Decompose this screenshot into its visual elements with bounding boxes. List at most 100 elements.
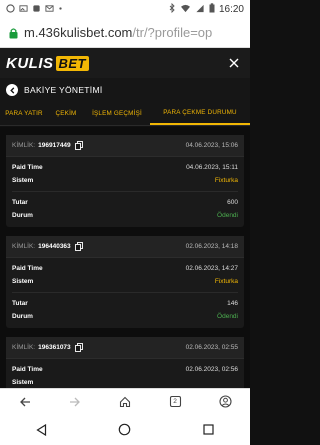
tab-cekim[interactable]: ÇEKİM [48,102,84,125]
paid-time-value: 04.06.2023, 15:11 [186,164,238,171]
transaction-id: 196440363 [38,243,71,250]
card-header: KİMLİK: 196440363 02.06.2023, 14:18 [6,236,244,258]
dot-icon [58,4,63,15]
status-time: 16:20 [218,3,244,15]
paid-time-value: 02.06.2023, 02:56 [185,366,238,373]
card-body: Paid Time 04.06.2023, 15:11 Sistem Fixtu… [6,157,244,227]
durum-label: Durum [12,212,33,219]
browser-url-bar[interactable]: m.436kulisbet.com/tr/?profile=op [0,18,250,48]
card-header: KİMLİK: 196361073 02.06.2023, 02:55 [6,337,244,359]
logo-text-kulis: KULIS [6,54,54,72]
back-button[interactable] [6,84,18,96]
close-button[interactable] [226,55,242,71]
row-tutar: Tutar 600 [6,196,244,209]
url-domain: m.436kulisbet.com [24,25,133,40]
browser-home-button[interactable] [114,391,136,413]
request-date: 04.06.2023, 15:06 [185,142,238,149]
square-recents-icon [203,424,214,435]
notification-icon [32,4,41,15]
transaction-id: 196361073 [38,344,71,351]
section-header: BAKİYE YÖNETİMİ [0,78,250,102]
card-header: KİMLİK: 196917449 04.06.2023, 15:06 [6,135,244,157]
nav-home-button[interactable] [114,419,136,441]
browser-toolbar: 2 [0,388,250,414]
status-bar-system: 16:20 [168,2,244,15]
divider [12,292,238,293]
row-paid-time: Paid Time 02.06.2023, 02:56 [6,363,244,376]
status-badge: Ödendi [217,313,238,320]
row-sistem: Sistem [6,376,244,388]
nav-back-button[interactable] [31,419,53,441]
browser-tabs-button[interactable]: 2 [164,391,186,413]
tutar-value: 600 [227,199,238,206]
arrow-left-icon [20,397,30,406]
browser-back-button[interactable] [14,391,36,413]
durum-label: Durum [12,313,33,320]
status-badge: Ödendi [217,212,238,219]
card-body: Paid Time 02.06.2023, 14:27 Sistem Fixtu… [6,258,244,328]
request-date: 02.06.2023, 02:55 [185,344,238,351]
paid-time-label: Paid Time [12,366,43,373]
tutar-label: Tutar [12,300,28,307]
triangle-back-icon [36,423,47,436]
withdrawal-status-list[interactable]: KİMLİK: 196917449 04.06.2023, 15:06 Paid… [0,127,250,388]
whatsapp-icon [6,3,15,15]
withdrawal-card: KİMLİK: 196361073 02.06.2023, 02:55 Paid… [6,337,244,388]
kimlik-label: KİMLİK: [12,243,36,250]
copy-icon[interactable] [75,242,84,251]
row-durum: Durum Ödendi [6,310,244,323]
status-bar-notifications [6,3,168,15]
site-header: KULIS BET [0,48,250,78]
tab-islem-gecmisi[interactable]: İŞLEM GEÇMİŞİ [84,102,150,125]
battery-icon [209,3,215,15]
sistem-label: Sistem [12,379,34,386]
chevron-left-icon [9,86,14,94]
paid-time-label: Paid Time [12,164,43,171]
withdrawal-card: KİMLİK: 196917449 04.06.2023, 15:06 Paid… [6,135,244,227]
row-tutar: Tutar 146 [6,297,244,310]
withdrawal-card: KİMLİK: 196440363 02.06.2023, 14:18 Paid… [6,236,244,328]
copy-icon[interactable] [75,141,84,150]
url-text[interactable]: m.436kulisbet.com/tr/?profile=op [24,25,244,40]
bluetooth-icon [168,2,176,15]
row-paid-time: Paid Time 04.06.2023, 15:11 [6,161,244,174]
kimlik-label: KİMLİK: [12,142,36,149]
close-icon [229,58,239,68]
section-title: BAKİYE YÖNETİMİ [24,85,103,95]
account-icon [218,395,232,408]
tabs-count: 2 [173,398,177,405]
row-paid-time: Paid Time 02.06.2023, 14:27 [6,262,244,275]
request-date: 02.06.2023, 14:18 [185,243,238,250]
kimlik-label: KİMLİK: [12,344,36,351]
nav-recents-button[interactable] [197,419,219,441]
row-sistem: Sistem Fixturka [6,174,244,187]
card-body: Paid Time 02.06.2023, 02:56 Sistem [6,359,244,388]
tutar-label: Tutar [12,199,28,206]
status-bar: 16:20 [0,0,250,18]
copy-icon[interactable] [75,343,84,352]
circle-home-icon [119,423,131,436]
paid-time-label: Paid Time [12,265,43,272]
tab-bar: PARA YATIR ÇEKİM İŞLEM GEÇMİŞİ PARA ÇEKM… [0,102,250,126]
tutar-value: 146 [227,300,238,307]
tab-para-cekme-durumu[interactable]: PARA ÇEKME DURUMU [150,102,250,125]
sistem-label: Sistem [12,177,34,184]
mail-icon [45,4,54,15]
row-sistem: Sistem Fixturka [6,275,244,288]
tab-para-yatir[interactable]: PARA YATIR [0,102,48,125]
divider [12,191,238,192]
browser-forward-button[interactable] [64,391,86,413]
paid-time-value: 02.06.2023, 14:27 [185,265,238,272]
site-logo[interactable]: KULIS BET [6,55,89,72]
signal-icon [195,4,205,15]
home-icon [119,396,131,407]
system-nav-bar [0,414,250,445]
lock-icon[interactable] [6,26,20,40]
sistem-label: Sistem [12,278,34,285]
url-path: /tr/?profile=op [132,25,213,40]
row-durum: Durum Ödendi [6,209,244,222]
transaction-id: 196917449 [38,142,71,149]
sistem-value: Fixturka [214,177,238,184]
arrow-right-icon [70,397,80,406]
browser-account-button[interactable] [214,391,236,413]
